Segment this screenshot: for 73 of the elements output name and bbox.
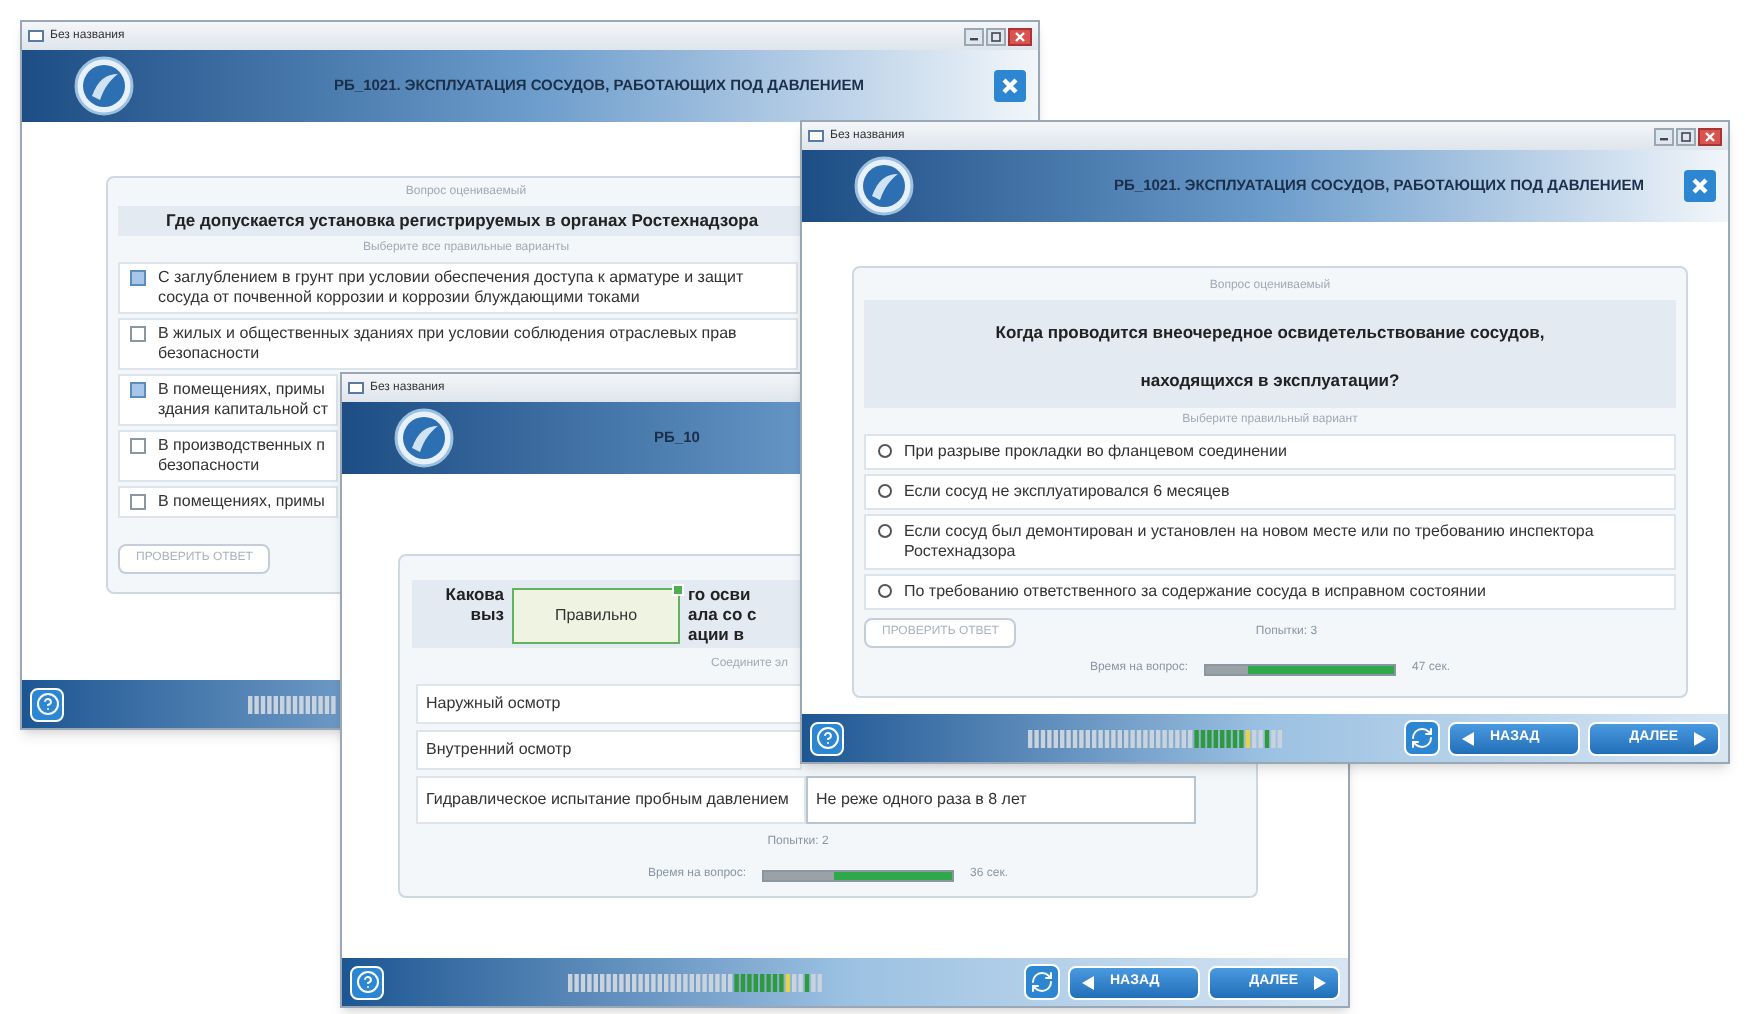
close-button[interactable] (1698, 127, 1722, 145)
checkbox[interactable] (130, 326, 146, 342)
option-text: сосуда от почвенной коррозии и коррозии блуждающими токами (158, 288, 642, 308)
left-triangle-icon (1462, 731, 1474, 745)
option-text: Если сосуд не эксплуатировался 6 месяцев (904, 482, 1230, 502)
radio-button[interactable] (878, 444, 892, 458)
logo-icon (854, 156, 914, 216)
refresh-icon[interactable] (1024, 964, 1060, 1000)
option-text: безопасности (158, 456, 262, 476)
question-text: выз (470, 601, 504, 627)
right-triangle-icon (1694, 731, 1706, 745)
match-answer[interactable]: Не реже одного раза в 8 лет (806, 776, 1196, 824)
question-text: Где допускается установка регистрируемых в органах Ростехнадзора (166, 208, 759, 234)
close-icon[interactable] (994, 70, 1026, 102)
answer-option[interactable]: По требованию ответственного за содержание сосуда в исправном состоянии (864, 574, 1676, 610)
radio-button[interactable] (878, 524, 892, 538)
logo-icon (394, 408, 454, 468)
help-icon[interactable] (30, 687, 64, 721)
option-text: В жилых и общественных зданиях при условии соблюдения отраслевых прав (158, 324, 737, 344)
window-icon (808, 130, 824, 142)
option-text: С заглублением в грунт при условии обеспечения доступа к арматуре и защит (158, 268, 744, 288)
radio-button[interactable] (878, 484, 892, 498)
option-text: По требованию ответственного за содержание сосуда в исправном состоянии (904, 582, 1486, 602)
match-item-text: Внутренний осмотр (426, 740, 572, 760)
refresh-icon[interactable] (1404, 720, 1440, 756)
right-triangle-icon (1314, 975, 1326, 989)
maximize-button[interactable] (986, 27, 1006, 45)
question-text: ала со с (688, 601, 757, 627)
answer-option[interactable]: Если сосуд был демонтирован и установлен на новом месте или по требованию инспектора Ростехнадзора (864, 514, 1676, 570)
option-text: здания капитальной ст (158, 400, 329, 420)
minimize-button[interactable] (1654, 127, 1674, 145)
radio-button[interactable] (878, 584, 892, 598)
answer-option[interactable]: В производственных п безопасности (118, 430, 338, 482)
match-answer-text: Не реже одного раза в 8 лет (816, 788, 1027, 812)
answer-option[interactable]: В жилых и общественных зданиях при условии соблюдения отраслевых прав безопасности (118, 318, 798, 370)
question-text: го осви (688, 581, 751, 607)
answer-option[interactable]: Если сосуд не эксплуатировался 6 месяцев (864, 474, 1676, 510)
option-text: Ростехнадзора (904, 542, 1018, 562)
help-icon[interactable] (350, 965, 384, 999)
minimize-button[interactable] (964, 27, 984, 45)
option-text: В помещениях, примы (158, 380, 327, 400)
question-text: ации в (688, 621, 744, 647)
option-text: безопасности (158, 344, 262, 364)
window-icon (28, 30, 44, 42)
option-text: В помещениях, примы (158, 492, 325, 512)
help-icon[interactable] (810, 721, 844, 755)
window-icon (348, 382, 364, 394)
question-text: Какова (445, 581, 504, 607)
question-text: Когда проводится внеочередное освидетельствование сосудов, находящихся в эксплуатации? (995, 322, 1545, 390)
match-item[interactable]: Внутренний осмотр (416, 730, 802, 770)
option-text: При разрыве прокладки во фланцевом соединении (904, 442, 1287, 462)
progress-segments-drawing (248, 695, 336, 713)
answer-option[interactable]: В помещениях, примы здания капитальной ст (118, 374, 338, 426)
close-icon[interactable] (1684, 170, 1716, 202)
checkbox[interactable] (130, 494, 146, 510)
checkbox[interactable] (130, 438, 146, 454)
maximize-button[interactable] (1676, 127, 1696, 145)
answer-option[interactable]: В помещениях, примы (118, 486, 338, 518)
match-item[interactable]: Наружный осмотр (416, 684, 802, 724)
toast-close-icon[interactable] (672, 584, 684, 596)
answer-option[interactable]: При разрыве прокладки во фланцевом соединении (864, 434, 1676, 470)
match-item-text: Наружный осмотр (426, 694, 561, 714)
close-button[interactable] (1008, 27, 1032, 45)
left-triangle-icon (1082, 975, 1094, 989)
logo-icon (74, 56, 134, 116)
toast-text: Правильно (554, 604, 638, 628)
option-text: Если сосуд был демонтирован и установлен на новом месте или по требованию инспектора (904, 522, 1594, 542)
checkbox[interactable] (130, 382, 146, 398)
answer-option[interactable]: С заглублением в грунт при условии обеспечения доступа к арматуре и защит сосуда от почвенной коррозии и коррозии блуждающими токами (118, 262, 798, 314)
match-item-text: Гидравлическое испытание пробным давлением (426, 790, 789, 810)
checkbox[interactable] (130, 270, 146, 286)
option-text: В производственных п (158, 436, 325, 456)
match-item[interactable]: Гидравлическое испытание пробным давлением (416, 776, 806, 824)
